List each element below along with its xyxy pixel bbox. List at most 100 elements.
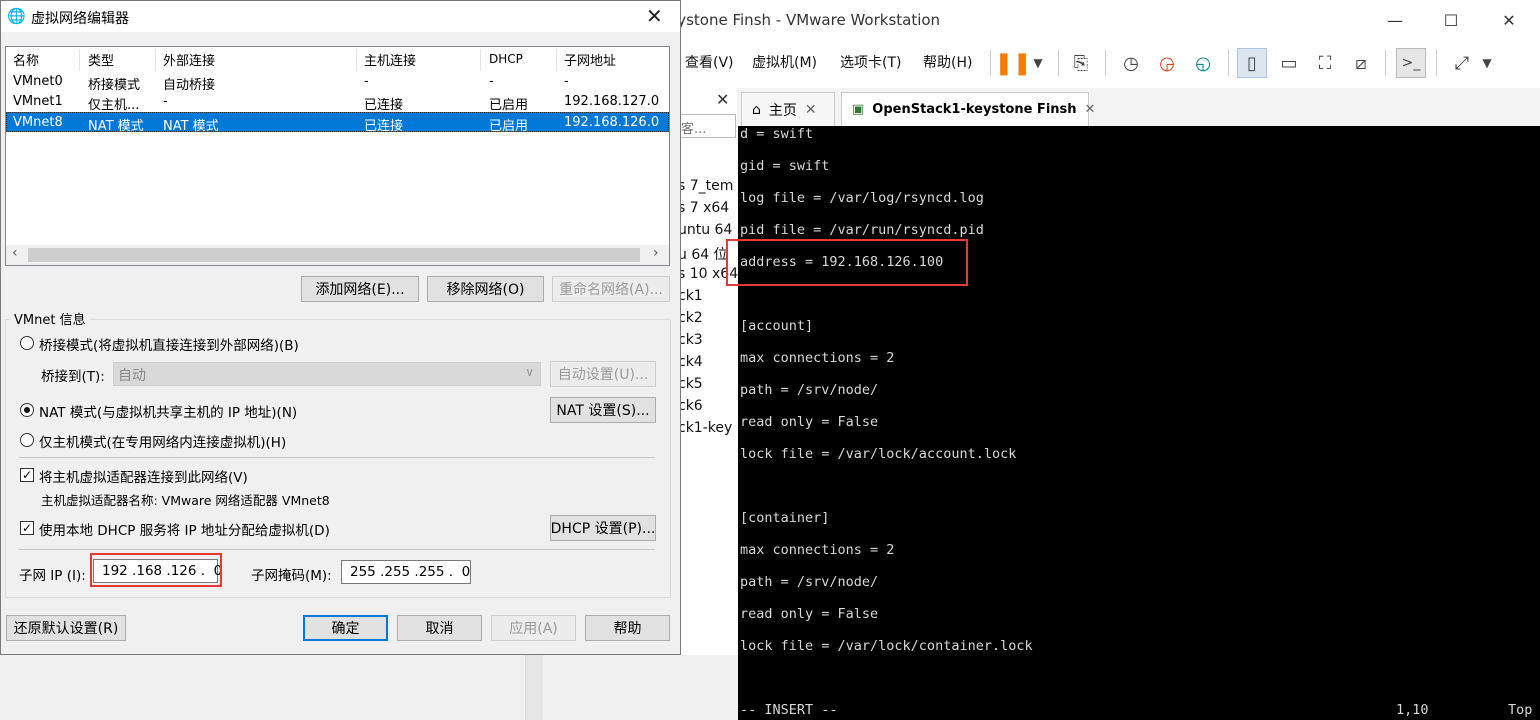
menu-tabs[interactable]: 选项卡(T) [840,52,901,72]
library-search-input[interactable]: 客... [676,114,736,138]
console-scroll-position: Top [1508,702,1533,718]
library-item[interactable]: ck6 [678,398,703,414]
virtual-network-editor-dialog: 🌐 虚拟网络编辑器 ✕ 名称 类型 外部连接 主机连接 DHCP 子网地址 VM… [0,0,681,655]
column-header-type[interactable]: 类型 [88,50,114,69]
network-list[interactable]: 名称 类型 外部连接 主机连接 DHCP 子网地址 VMnet0 桥接模式 自动… [5,46,670,266]
bridge-to-select[interactable]: 自动 ∨ [113,362,541,386]
dialog-title: 虚拟网络编辑器 [31,11,129,27]
column-header-host[interactable]: 主机连接 [364,50,416,69]
auto-settings-button[interactable]: 自动设置(U)... [550,361,656,387]
subnet-mask-label: 子网掩码(M): [251,568,332,584]
restore-defaults-button[interactable]: 还原默认设置(R) [6,615,126,641]
cell-subnet: 192.168.126.0 [564,115,660,130]
radio-bridged[interactable] [20,336,34,350]
scrollbar-thumb[interactable] [28,248,640,262]
table-row[interactable]: VMnet1 仅主机... - 已连接 已启用 192.168.127.0 [6,92,669,113]
library-item[interactable]: ck3 [678,332,703,348]
library-view-icon[interactable]: ▯ [1237,48,1267,78]
library-item[interactable]: u 64 位 [678,244,728,264]
list-hscrollbar[interactable]: ‹ › [6,245,669,265]
column-header-external[interactable]: 外部连接 [163,50,215,69]
menu-help[interactable]: 帮助(H) [923,52,972,72]
chevron-down-icon: ∨ [525,365,534,379]
subnet-mask-input[interactable]: 255 .255 .255 . 0 [341,560,471,584]
subnet-ip-highlight-box [90,553,222,587]
console-line: path = /srv/node/ [740,382,879,398]
maximize-button[interactable]: ☐ [1428,6,1474,34]
dhcp-settings-button[interactable]: DHCP 设置(P)... [550,515,656,541]
table-row[interactable]: VMnet0 桥接模式 自动桥接 - - - [6,72,669,93]
cell-dhcp: 已启用 [489,98,529,113]
chevron-right-icon[interactable]: › [653,245,659,261]
cancel-button[interactable]: 取消 [397,615,482,641]
vm-icon: ▣ [852,102,865,117]
console-view-icon[interactable]: >_ [1396,48,1426,78]
tab-label: OpenStack1-keystone Finsh [872,102,1077,117]
cell-name: VMnet8 [13,115,63,130]
console-line: read only = False [740,606,879,622]
library-item[interactable]: ck1-key [678,420,732,436]
remove-network-button[interactable]: 移除网络(O) [427,276,544,302]
ok-button[interactable]: 确定 [303,615,388,641]
menu-vm[interactable]: 虚拟机(M) [752,52,817,72]
chevron-down-icon[interactable]: ▼ [1023,48,1053,78]
fullscreen-icon[interactable]: ⛶ [1310,48,1340,78]
apply-button[interactable]: 应用(A) [491,615,576,641]
radio-nat[interactable] [20,403,34,417]
chevron-left-icon[interactable]: ‹ [12,245,18,261]
library-item[interactable]: s 7 x64 [678,200,729,216]
close-icon[interactable]: ✕ [646,4,663,28]
checkbox-connect-adapter[interactable]: ✓ [20,468,34,482]
rename-network-button[interactable]: 重命名网络(A)... [552,276,670,302]
radio-bridged-label[interactable]: 桥接模式(将虚拟机直接连接到外部网络)(B) [39,334,299,354]
thumbnail-view-icon[interactable]: ▭ [1274,48,1304,78]
vm-console[interactable]: d = swift gid = swift log file = /var/lo… [726,126,1540,720]
unity-icon[interactable]: ⧄ [1346,48,1376,78]
divider [19,549,655,550]
menu-view[interactable]: 查看(V) [685,52,734,72]
column-header-name[interactable]: 名称 [13,50,39,69]
background-panel [0,655,525,720]
close-icon[interactable]: ✕ [716,90,729,109]
tab-home[interactable]: ⌂ 主页 ✕ [741,92,835,126]
column-divider [556,49,557,71]
console-line: lock file = /var/lock/account.lock [740,446,1017,462]
console-line: d = swift [740,126,814,142]
column-header-subnet[interactable]: 子网地址 [564,50,616,69]
tab-vm[interactable]: ▣ OpenStack1-keystone Finsh ✕ [841,92,1095,126]
nat-settings-button[interactable]: NAT 设置(S)... [550,397,656,423]
column-header-dhcp[interactable]: DHCP [489,52,523,66]
chevron-down-icon[interactable]: ▼ [1472,48,1502,78]
library-item[interactable]: ck1 [678,288,703,304]
checkbox-dhcp[interactable]: ✓ [20,521,34,535]
close-icon[interactable]: ✕ [805,102,817,118]
cell-type: 桥接模式 [88,78,141,93]
minimize-button[interactable]: — [1372,6,1418,34]
radio-nat-label[interactable]: NAT 模式(与虚拟机共享主机的 IP 地址)(N) [39,401,297,421]
radio-host-only-label[interactable]: 仅主机模式(在专用网络内连接虚拟机)(H) [39,431,286,451]
toolbar-separator [1385,50,1386,76]
checkbox-connect-adapter-label[interactable]: 将主机虚拟适配器连接到此网络(V) [39,466,248,486]
radio-host-only[interactable] [20,433,34,447]
close-icon[interactable]: ✕ [1085,102,1096,117]
snapshot-icon[interactable]: ◷ [1116,48,1146,78]
network-globe-icon: 🌐 [7,7,26,25]
close-window-button[interactable]: ✕ [1486,6,1532,34]
send-keys-icon[interactable]: ⎘ [1066,48,1096,78]
library-item[interactable]: ck5 [678,376,703,392]
library-item[interactable]: s 7_tem [678,178,733,194]
cell-external: - [163,94,168,109]
add-network-button[interactable]: 添加网络(E)... [301,276,419,302]
cell-host: - [364,74,369,89]
checkbox-dhcp-label[interactable]: 使用本地 DHCP 服务将 IP 地址分配给虚拟机(D) [39,519,330,539]
cell-dhcp: - [489,74,494,89]
table-row-selected[interactable]: VMnet8 NAT 模式 NAT 模式 已连接 已启用 192.168.126… [6,112,669,134]
help-button[interactable]: 帮助 [585,615,670,641]
background-panel [543,655,738,720]
library-item[interactable]: ck2 [678,310,703,326]
library-item[interactable]: ck4 [678,354,703,370]
cell-subnet: - [564,74,569,89]
revert-snapshot-icon[interactable]: ◶ [1152,48,1182,78]
snapshot-manager-icon[interactable]: ◵ [1188,48,1218,78]
library-item[interactable]: untu 64 [678,222,732,238]
